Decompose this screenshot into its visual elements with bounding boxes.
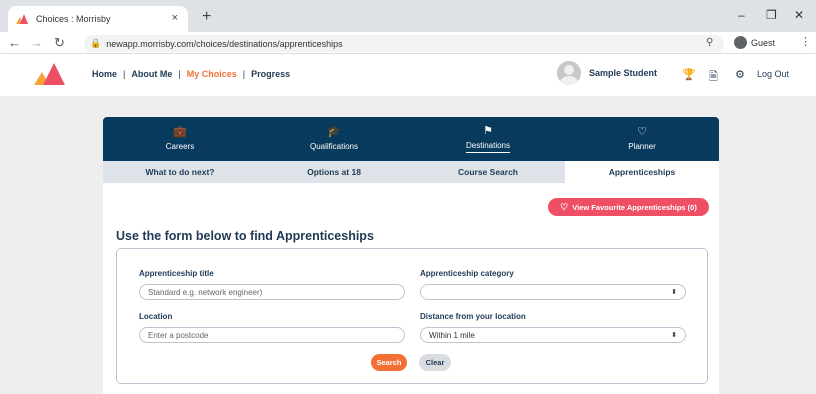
morrisby-favicon-icon <box>16 14 28 24</box>
location-input[interactable]: Enter a postcode <box>139 327 405 343</box>
zoom-icon[interactable]: ⚲ <box>706 37 713 48</box>
view-favourites-button[interactable]: ♡ View Favourite Apprenticeships (0) <box>548 198 709 216</box>
trophy-icon[interactable]: 🏆 <box>682 68 696 81</box>
site-header: Home | About Me | My Choices | Progress … <box>0 54 816 96</box>
minimize-button[interactable]: – <box>738 8 745 22</box>
select-arrows-icon: ⬍ <box>671 289 677 296</box>
address-bar[interactable]: 🔒 newapp.morrisby.com/choices/destinatio… <box>84 35 724 52</box>
browser-toolbar: ← → ↻ 🔒 newapp.morrisby.com/choices/dest… <box>0 32 816 54</box>
tab-title: Choices : Morrisby <box>36 14 111 24</box>
title-label: Apprenticeship title <box>139 269 214 278</box>
nav-progress[interactable]: Progress <box>251 69 290 79</box>
category-qualifications[interactable]: 🎓 Qualifications <box>257 117 411 161</box>
nav-separator: | <box>123 69 126 79</box>
category-bar: 💼 Careers 🎓 Qualifications ⚑ Destination… <box>103 117 719 161</box>
category-label: Planner <box>628 142 656 151</box>
user-name: Sample Student <box>589 68 658 78</box>
browser-menu-icon[interactable]: ⋮ <box>800 35 811 48</box>
profile-button[interactable]: Guest <box>734 36 775 49</box>
heart-icon: ♡ <box>560 201 569 212</box>
graduation-cap-icon: 🎓 <box>327 126 341 138</box>
nav-home[interactable]: Home <box>92 69 117 79</box>
close-window-button[interactable]: ✕ <box>794 8 804 22</box>
distance-value: Within 1 mile <box>429 330 475 340</box>
briefcase-icon: 💼 <box>173 126 187 138</box>
morrisby-logo[interactable] <box>34 63 68 85</box>
nav-about-me[interactable]: About Me <box>131 69 172 79</box>
search-button[interactable]: Search <box>371 354 407 371</box>
location-label: Location <box>139 312 173 321</box>
subtab-course-search[interactable]: Course Search <box>411 161 565 183</box>
lock-icon: 🔒 <box>90 38 102 48</box>
restore-button[interactable]: ❐ <box>766 8 777 22</box>
url-text: newapp.morrisby.com/choices/destinations… <box>106 38 343 49</box>
location-placeholder: Enter a postcode <box>148 330 209 340</box>
search-form: Apprenticeship title Standard e.g. netwo… <box>116 248 708 384</box>
view-favourites-label: View Favourite Apprenticeships (0) <box>572 202 697 212</box>
apprenticeship-category-select[interactable]: ⬍ <box>420 284 686 300</box>
category-destinations[interactable]: ⚑ Destinations <box>411 117 565 161</box>
new-tab-button[interactable]: + <box>202 8 211 26</box>
main-card: 💼 Careers 🎓 Qualifications ⚑ Destination… <box>103 117 719 394</box>
form-title: Use the form below to find Apprenticeshi… <box>116 229 374 243</box>
select-arrows-icon: ⬍ <box>671 332 677 339</box>
browser-tab-strip: Choices : Morrisby × + – ❐ ✕ <box>0 0 816 32</box>
category-label: Destinations <box>465 141 511 153</box>
user-profile[interactable]: Sample Student <box>557 61 657 85</box>
category-label: Apprenticeship category <box>420 269 514 278</box>
forward-arrow-icon[interactable]: → <box>30 35 43 50</box>
apprenticeship-title-input[interactable]: Standard e.g. network engineer) <box>139 284 405 300</box>
distance-label: Distance from your location <box>420 312 526 321</box>
nav-my-choices[interactable]: My Choices <box>187 69 237 79</box>
browser-tab[interactable]: Choices : Morrisby × <box>8 6 188 32</box>
back-arrow-icon[interactable]: ← <box>8 35 21 50</box>
subtab-options-at-18[interactable]: Options at 18 <box>257 161 411 183</box>
category-careers[interactable]: 💼 Careers <box>103 117 257 161</box>
category-label: Qualifications <box>309 142 359 151</box>
heart-icon: ♡ <box>637 126 647 138</box>
category-label: Careers <box>165 142 195 151</box>
document-icon[interactable]: 🗎 <box>709 68 718 87</box>
main-nav: Home | About Me | My Choices | Progress <box>92 69 290 79</box>
avatar <box>557 61 581 85</box>
clear-button[interactable]: Clear <box>419 354 451 371</box>
profile-label: Guest <box>751 37 776 48</box>
subtab-bar: What to do next? Options at 18 Course Se… <box>103 161 719 183</box>
tab-close-icon[interactable]: × <box>172 12 178 24</box>
signpost-icon: ⚑ <box>483 124 493 137</box>
subtab-apprenticeships[interactable]: Apprenticeships <box>565 161 719 183</box>
nav-separator: | <box>178 69 181 79</box>
distance-select[interactable]: Within 1 mile ⬍ <box>420 327 686 343</box>
profile-avatar-icon <box>734 36 747 49</box>
category-planner[interactable]: ♡ Planner <box>565 117 719 161</box>
reload-icon[interactable]: ↻ <box>54 35 65 51</box>
gear-icon[interactable]: ⚙ <box>735 68 745 81</box>
subtab-what-to-do-next[interactable]: What to do next? <box>103 161 257 183</box>
logout-link[interactable]: Log Out <box>757 69 789 79</box>
nav-separator: | <box>242 69 246 79</box>
title-placeholder: Standard e.g. network engineer) <box>148 287 263 297</box>
